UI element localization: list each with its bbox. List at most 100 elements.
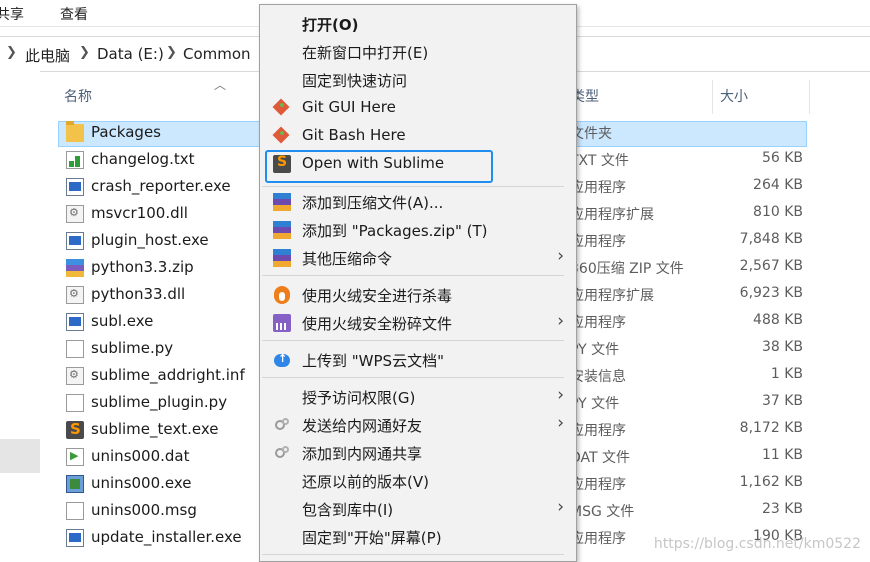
py-file-icon [66,340,84,358]
menu-item-label: 打开(O) [302,16,359,34]
menu-item-label: 发送给内网通好友 [302,417,423,435]
shredder-icon [273,314,291,332]
chevron-right-icon: › [557,311,564,331]
file-size: 11 KB [761,447,803,463]
file-size: 810 KB [753,204,803,220]
menu-item-huorong-shred[interactable]: 使用火绒安全粉碎文件 › [260,309,576,337]
tab-share[interactable]: 共享 [0,4,24,24]
menu-item-other-compress[interactable]: 其他压缩命令 › [260,244,576,272]
file-name: sublime.py [91,339,174,357]
file-size: 38 KB [761,339,803,355]
uninstaller-icon [66,475,84,493]
file-size: 7,848 KB [739,231,803,247]
menu-item-pin-quick-access[interactable]: 固定到快速访问 [260,66,576,94]
chevron-right-icon[interactable]: ❯ [6,45,17,60]
menu-item-add-to-archive[interactable]: 添加到压缩文件(A)... [260,188,576,216]
menu-item-pin-to-start[interactable]: 固定到"开始"屏幕(P) [260,523,576,551]
inf-icon [66,367,84,385]
git-icon [273,99,291,117]
tab-view[interactable]: 查看 [60,4,88,24]
zip-icon [66,259,84,277]
file-name: sublime_addright.inf [91,366,245,384]
chevron-right-icon[interactable]: ❯ [166,45,177,60]
menu-item-upload-wps[interactable]: 上传到 "WPS云文档" [260,346,576,374]
menu-separator [262,186,564,187]
file-size: 6,923 KB [739,285,803,301]
menu-item-open-new-window[interactable]: 在新窗口中打开(E) [260,38,576,66]
column-header-size[interactable]: 大小 [720,86,748,106]
menu-item-git-bash[interactable]: Git Bash Here [260,122,576,150]
menu-item-label: 还原以前的版本(V) [302,473,429,491]
menu-item-huorong-scan[interactable]: 使用火绒安全进行杀毒 [260,281,576,309]
menu-item-git-gui[interactable]: Git GUI Here [260,94,576,122]
menu-item-grant-access[interactable]: 授予访问权限(G) › [260,383,576,411]
share-icon [273,416,291,434]
file-type: 应用程序 [570,234,626,250]
menu-separator [262,275,564,276]
menu-item-label: 使用火绒安全粉碎文件 [302,315,453,333]
chevron-right-icon: › [557,497,564,517]
chevron-right-icon: › [557,385,564,405]
file-type: 应用程序扩展 [570,288,654,304]
file-type: 应用程序 [570,423,626,439]
column-divider[interactable] [809,80,810,114]
file-type: 应用程序扩展 [570,207,654,223]
menu-item-label: 使用火绒安全进行杀毒 [302,287,453,305]
file-name: changelog.txt [91,150,195,168]
file-size: 1,162 KB [739,474,803,490]
file-size: 1 KB [770,366,803,382]
menu-item-label: 固定到快速访问 [302,72,408,90]
menu-item-add-to-zip[interactable]: 添加到 "Packages.zip" (T) [260,216,576,244]
menu-item-label: 授予访问权限(G) [302,389,416,407]
file-type: 应用程序 [570,531,626,547]
column-divider[interactable] [712,80,713,114]
menu-item-add-to-lan-share[interactable]: 添加到内网通共享 [260,439,576,467]
chevron-right-icon[interactable]: ❯ [79,45,90,60]
breadcrumb-this-pc[interactable]: 此电脑 [25,45,70,66]
menu-item-label: 上传到 "WPS云文档" [302,352,444,370]
menu-separator [262,377,564,378]
file-type: MSG 文件 [570,504,635,520]
rar-icon [273,193,291,211]
menu-item-open[interactable]: 打开(O) [260,10,576,38]
menu-item-label: 包含到库中(I) [302,501,394,519]
file-name: plugin_host.exe [91,231,209,249]
sublime-icon [66,420,84,439]
file-type: TXT 文件 [570,153,629,169]
exe-icon [66,313,84,331]
file-name: unins000.msg [91,501,197,519]
chevron-right-icon: › [557,246,564,266]
breadcrumb-drive[interactable]: Data (E:) [97,45,164,63]
file-type: PY 文件 [570,342,620,358]
exe-icon [66,232,84,250]
rar-icon [273,221,291,239]
file-size: 56 KB [761,150,803,166]
share-icon [273,444,291,462]
sort-up-icon: ︿ [214,78,227,92]
file-type: PY 文件 [570,396,620,412]
file-name: python3.3.zip [91,258,194,276]
rar-icon [273,249,291,267]
text-file-icon [66,151,84,169]
menu-item-include-in-library[interactable]: 包含到库中(I) › [260,495,576,523]
chevron-right-icon: › [557,413,564,433]
menu-item-label: 添加到 "Packages.zip" (T) [302,222,488,240]
menu-separator [262,554,564,555]
menu-item-label: 在新窗口中打开(E) [302,44,429,62]
menu-item-restore-previous[interactable]: 还原以前的版本(V) [260,467,576,495]
file-type: 应用程序 [570,477,626,493]
msg-file-icon [66,502,84,520]
file-name: python33.dll [91,285,186,303]
dll-icon [66,205,84,223]
file-name: unins000.dat [91,447,190,465]
file-type: 应用程序 [570,180,626,196]
menu-item-label: 添加到内网通共享 [302,445,423,463]
file-name: crash_reporter.exe [91,177,231,195]
menu-item-send-to-lan-friend[interactable]: 发送给内网通好友 › [260,411,576,439]
highlight-box [265,150,493,183]
breadcrumb-common[interactable]: Common [183,45,251,63]
exe-icon [66,529,84,547]
file-name: unins000.exe [91,474,192,492]
file-name: Packages [91,123,161,141]
column-header-name[interactable]: 名称 [64,86,92,106]
